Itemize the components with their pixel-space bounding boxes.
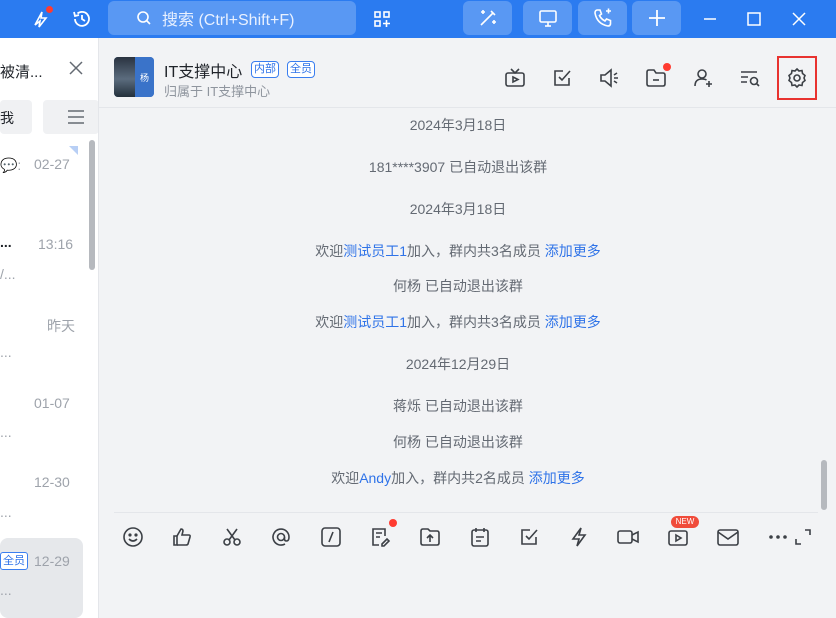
slash-command-icon[interactable]	[318, 524, 344, 550]
avatar[interactable]: 杨	[114, 57, 154, 97]
filter-tab-label: 我	[0, 110, 14, 126]
list-item-time: 02-27	[34, 156, 70, 172]
settings-alert-icon[interactable]	[28, 0, 54, 38]
close-panel-icon[interactable]	[68, 60, 84, 81]
list-item-time: 12-29	[34, 553, 70, 569]
call-button[interactable]	[578, 1, 627, 35]
toolbar-divider	[114, 512, 818, 513]
welcome-text: 加入，群内共2名成员	[391, 470, 529, 486]
system-message: 181****3907 已自动退出该群	[368, 159, 548, 175]
list-item-time: 昨天	[47, 318, 75, 334]
minimize-icon[interactable]	[697, 0, 723, 38]
more-icon[interactable]	[765, 524, 791, 550]
welcome-prefix: 欢迎	[315, 243, 344, 259]
add-more-link[interactable]: 添加更多	[545, 243, 601, 259]
avatar-name: 杨	[135, 57, 154, 97]
list-item-time: 12-30	[34, 474, 70, 490]
settings-highlight-box	[777, 56, 817, 100]
add-member-icon[interactable]	[690, 65, 716, 91]
apps-icon[interactable]	[369, 0, 395, 38]
history-icon[interactable]	[69, 0, 95, 38]
calendar-icon[interactable]	[467, 524, 493, 550]
system-message-date: 2024年3月18日	[409, 201, 507, 217]
add-button[interactable]	[632, 1, 681, 35]
avatar-photo	[114, 57, 135, 97]
list-item-preview: ...	[0, 424, 12, 440]
emoji-icon[interactable]	[120, 524, 146, 550]
corner-marker-icon	[69, 146, 78, 155]
screen-share-button[interactable]	[523, 1, 572, 35]
welcome-text: 加入，群内共3名成员	[407, 314, 545, 330]
list-item-preview: ...	[0, 582, 12, 598]
flash-icon[interactable]	[566, 524, 592, 550]
task-check-icon[interactable]	[549, 65, 575, 91]
system-message: 何杨 已自动退出该群	[393, 434, 523, 450]
member-link[interactable]: 测试员工1	[343, 314, 407, 330]
call-icon	[593, 8, 611, 27]
add-icon	[648, 10, 665, 26]
upload-folder-icon[interactable]	[417, 524, 443, 550]
folder-icon[interactable]	[643, 63, 671, 91]
system-message: 何杨 已自动退出该群	[393, 278, 523, 294]
list-item-time: 01-07	[34, 395, 70, 411]
mention-icon[interactable]	[268, 524, 294, 550]
maximize-icon[interactable]	[741, 0, 767, 38]
system-message-date: 2024年3月18日	[409, 117, 507, 133]
search-placeholder: 搜索 (Ctrl+Shift+F)	[162, 12, 295, 29]
list-item-preview: ...	[0, 344, 12, 360]
doc-icon[interactable]	[367, 519, 397, 550]
list-item-preview: ...	[0, 504, 12, 520]
chat-header: 杨 IT支撑中心 内部 全员 归属于 IT支撑中心	[99, 38, 836, 108]
filter-tab[interactable]: 我	[0, 100, 32, 134]
chat-bubble-icon: 💬:	[0, 157, 22, 173]
sidebar-header-label: 被清...	[0, 64, 43, 81]
scissors-icon[interactable]	[219, 524, 245, 550]
internal-badge: 内部	[251, 61, 279, 78]
close-icon[interactable]	[786, 0, 812, 38]
member-link[interactable]: 测试员工1	[343, 243, 407, 259]
list-item-title: ...	[0, 234, 12, 250]
system-message: 蒋烁 已自动退出该群	[393, 398, 523, 414]
group-subtitle: 归属于 IT支撑中心	[164, 84, 271, 99]
sidebar-selected-item[interactable]	[0, 538, 83, 618]
todo-icon[interactable]	[516, 524, 542, 550]
system-message-welcome: 欢迎测试员工1加入，群内共3名成员 添加更多	[99, 241, 817, 261]
all-members-badge: 全员	[287, 61, 315, 78]
expand-icon[interactable]	[790, 524, 816, 550]
screen-share-icon	[538, 10, 557, 27]
video-icon[interactable]	[615, 524, 641, 550]
add-more-link[interactable]: 添加更多	[529, 470, 585, 486]
ai-assistant-button[interactable]	[463, 1, 512, 35]
live-icon[interactable]	[665, 524, 691, 550]
search-history-icon[interactable]	[737, 65, 763, 91]
folder-alert-dot	[663, 63, 671, 71]
chat-scrollbar[interactable]	[821, 460, 827, 510]
member-link[interactable]: Andy	[359, 470, 391, 486]
list-item-badge: 全员	[0, 552, 28, 570]
list-item-preview: /...	[0, 266, 16, 282]
tv-icon[interactable]	[502, 65, 528, 91]
page-title[interactable]: IT支撑中心	[164, 58, 242, 82]
menu-icon	[68, 110, 84, 124]
conversation-sidebar: 被清... 我 💬: 02-27 ... 13:16 /... 昨天 ... 0…	[0, 38, 99, 618]
welcome-text: 加入，群内共3名成员	[407, 243, 545, 259]
welcome-prefix: 欢迎	[331, 470, 360, 486]
sidebar-scrollbar[interactable]	[89, 140, 95, 270]
welcome-prefix: 欢迎	[315, 314, 344, 330]
search-icon	[137, 11, 151, 25]
system-message-date: 2024年12月29日	[405, 356, 511, 372]
search-input[interactable]: 搜索 (Ctrl+Shift+F)	[108, 1, 356, 35]
system-message-welcome: 欢迎Andy加入，群内共2名成员 添加更多	[99, 468, 817, 488]
system-message-welcome: 欢迎测试员工1加入，群内共3名成员 添加更多	[99, 312, 817, 332]
add-more-link[interactable]: 添加更多	[545, 314, 601, 330]
menu-button[interactable]	[43, 100, 98, 134]
thumbs-up-icon[interactable]	[169, 524, 195, 550]
announcement-icon[interactable]	[596, 65, 622, 91]
title-bar: 搜索 (Ctrl+Shift+F)	[0, 0, 836, 38]
doc-alert-dot	[389, 519, 397, 527]
list-item-time: 13:16	[38, 236, 74, 252]
ai-assistant-icon	[479, 10, 496, 26]
mail-icon[interactable]	[715, 524, 741, 550]
